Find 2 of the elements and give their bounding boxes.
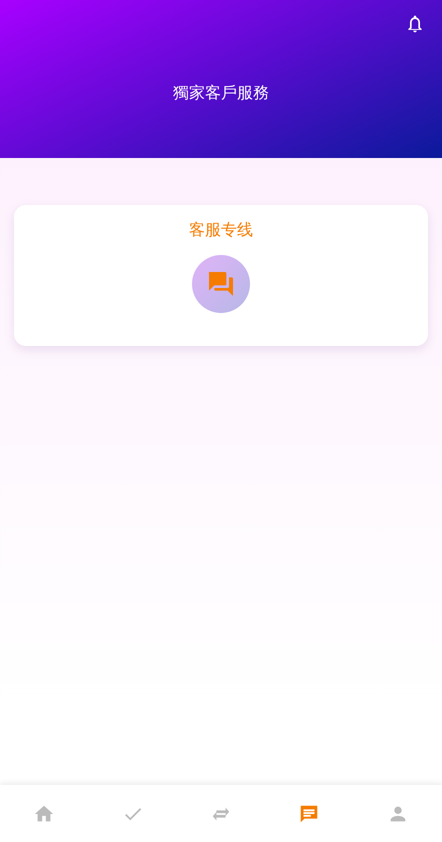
header-title: 獨家客戶服務	[173, 82, 269, 104]
card-title: 客服专线	[189, 220, 253, 241]
